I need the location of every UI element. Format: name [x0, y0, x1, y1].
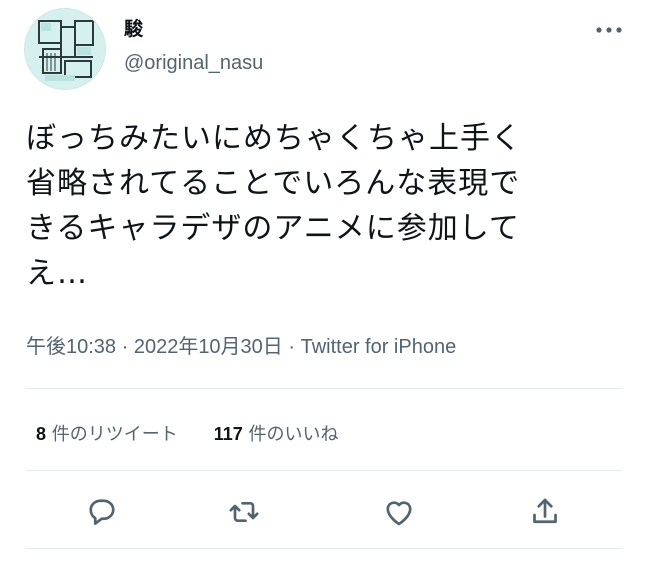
likes-count: 117: [213, 424, 243, 444]
tweet-card: 駿 @original_nasu ぼっちみたいにめちゃくちゃ上手く 省略されてる…: [0, 0, 650, 566]
tweet-header: 駿 @original_nasu: [24, 8, 626, 90]
retweets-stat[interactable]: 8 件のリツイート: [36, 420, 178, 446]
tweet-text-line: ぼっちみたいにめちゃくちゃ上手く: [26, 121, 522, 156]
reply-icon: [89, 499, 115, 525]
tweet-meta: 午後10:38 · 2022年10月30日 · Twitter for iPho…: [26, 336, 457, 358]
tweet-text-line: え…: [26, 256, 88, 291]
tweet-text-line: きるキャラデザのアニメに参加して: [26, 211, 520, 246]
geometric-avatar-icon: [25, 9, 105, 89]
share-icon: [533, 498, 557, 524]
avatar[interactable]: [24, 8, 106, 90]
divider: [26, 470, 622, 471]
retweets-count: 8: [36, 424, 47, 444]
likes-label: 件のいいね: [242, 424, 339, 445]
reply-button[interactable]: [84, 494, 120, 530]
like-button[interactable]: [381, 494, 417, 530]
retweets-label: 件のリツイート: [46, 424, 178, 445]
more-options-icon[interactable]: [594, 20, 624, 40]
tweet-text: ぼっちみたいにめちゃくちゃ上手く 省略されてることでいろんな表現で きるキャラデ…: [26, 116, 616, 296]
divider: [26, 388, 622, 389]
likes-stat[interactable]: 117 件のいいね: [214, 420, 339, 446]
retweet-button[interactable]: [226, 494, 262, 530]
share-button[interactable]: [527, 494, 563, 530]
like-icon: [386, 501, 412, 526]
user-handle[interactable]: @original_nasu: [124, 52, 263, 75]
action-bar: [0, 494, 650, 534]
tweet-stats: 8 件のリツイート 117 件のいいね: [36, 420, 339, 446]
divider: [26, 548, 622, 549]
tweet-text-line: 省略されてることでいろんな表現で: [26, 166, 521, 201]
display-name[interactable]: 駿: [124, 14, 143, 41]
retweet-icon: [229, 501, 259, 523]
